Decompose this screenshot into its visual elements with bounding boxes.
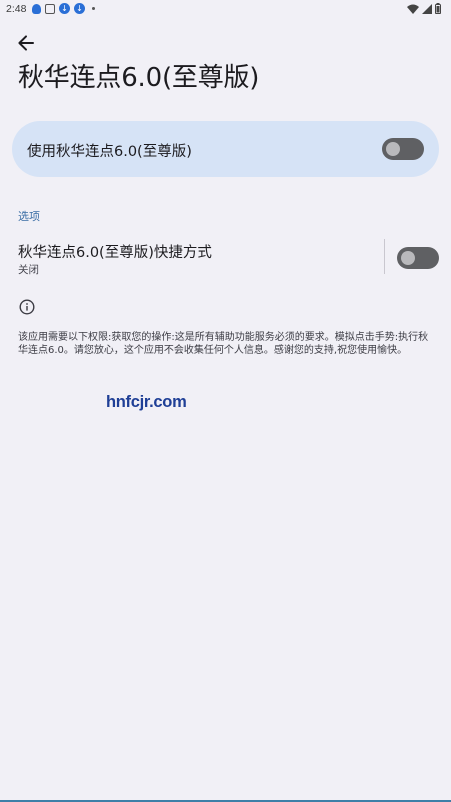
shortcut-summary: 关闭: [18, 264, 39, 276]
notification-icons: ↓ ↓: [32, 3, 95, 14]
shortcut-toggle-switch[interactable]: [397, 247, 439, 269]
more-notifications-dot-icon: [92, 7, 95, 10]
info-icon: [19, 299, 35, 315]
options-section-header: 选项: [18, 210, 40, 223]
back-button[interactable]: [14, 31, 38, 55]
toggle-knob: [386, 142, 400, 156]
battery-icon: [435, 3, 441, 14]
permissions-info-text: 该应用需要以下权限:获取您的操作:这是所有辅助功能服务必须的要求。模拟点击手势:…: [18, 332, 429, 356]
system-icons: [407, 3, 441, 14]
toggle-knob: [401, 251, 415, 265]
download-icon: ↓: [59, 3, 70, 14]
wifi-icon: [407, 4, 419, 14]
page-title: 秋华连点6.0(至尊版): [18, 63, 260, 93]
status-time: 2:48: [6, 3, 27, 15]
shortcut-title: 秋华连点6.0(至尊版)快捷方式: [18, 245, 212, 261]
main-toggle-switch[interactable]: [382, 138, 424, 160]
arrow-back-icon: [18, 35, 34, 51]
main-switch-label: 使用秋华连点6.0(至尊版): [27, 144, 192, 160]
download-icon: ↓: [74, 3, 85, 14]
shortcut-preference-row[interactable]: 秋华连点6.0(至尊版)快捷方式 关闭: [0, 236, 451, 280]
notification-robot-icon: [45, 3, 55, 14]
signal-icon: [422, 3, 432, 14]
watermark: hnfcjr.com: [106, 393, 187, 411]
notification-app-icon: [32, 3, 41, 14]
row-divider: [384, 239, 385, 274]
main-switch-card[interactable]: 使用秋华连点6.0(至尊版): [12, 121, 439, 177]
status-bar: 2:48 ↓ ↓: [0, 0, 451, 18]
